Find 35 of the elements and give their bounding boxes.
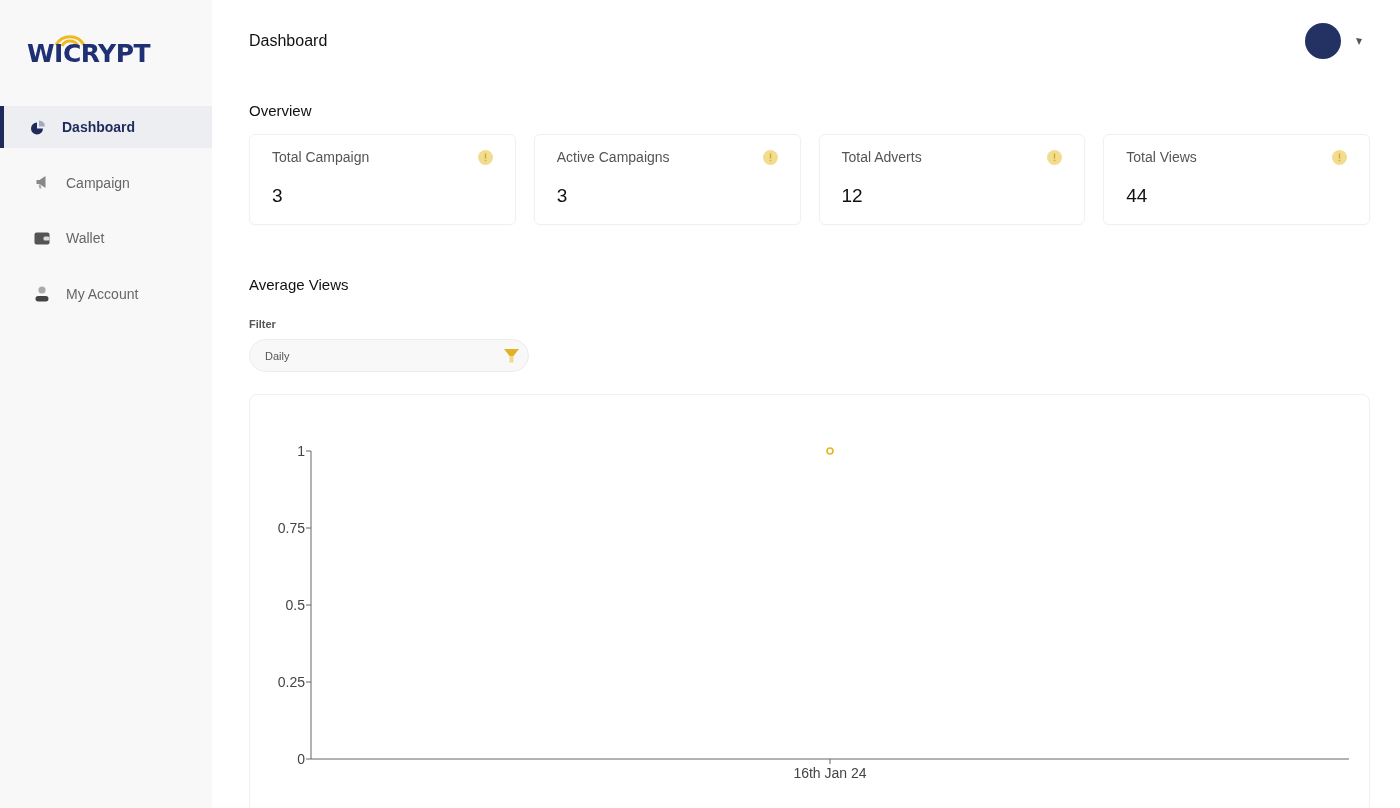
y-tick-label: 0.5 — [285, 597, 305, 613]
card-value: 12 — [841, 185, 864, 207]
info-icon — [477, 149, 493, 165]
pie-chart-icon — [30, 119, 46, 135]
caret-icon[interactable] — [1355, 37, 1364, 45]
data-point — [826, 447, 834, 455]
filter-dropdown[interactable]: Daily — [249, 339, 529, 372]
sidebar-item[interactable]: Dashboard — [0, 106, 212, 148]
x-tick-label: 16th Jan 24 — [793, 765, 867, 781]
page-title: Dashboard — [249, 32, 328, 50]
wallet-icon — [34, 231, 50, 245]
card-value: 3 — [272, 185, 284, 207]
card-value: 3 — [556, 185, 569, 207]
funnel-icon — [504, 348, 519, 363]
y-tick-label: 0.75 — [277, 520, 305, 536]
card-label: Total Campaign — [272, 149, 370, 165]
section-title: Overview — [249, 102, 313, 119]
person-icon — [34, 285, 50, 302]
filter-label: Filter — [249, 318, 277, 330]
info-icon — [1047, 149, 1063, 165]
sidebar-item[interactable]: Wallet — [0, 217, 212, 259]
y-tick-label: 0.25 — [277, 674, 305, 690]
info-icon — [762, 149, 778, 165]
section-title: Average Views — [249, 276, 350, 293]
logo: WICRYPT — [27, 33, 151, 66]
sidebar-item[interactable]: Campaign — [0, 161, 212, 204]
card-label: Active Campaigns — [556, 149, 670, 165]
card-label: Total Adverts — [841, 149, 922, 165]
card-value: 44 — [1126, 185, 1149, 207]
info-icon — [1332, 149, 1347, 165]
y-tick-label: 1 — [297, 443, 305, 459]
sidebar-item[interactable]: My Account — [0, 272, 212, 315]
avatar-picture[interactable] — [1305, 23, 1341, 59]
y-tick-label: 0 — [297, 751, 305, 767]
card-label: Total Views — [1126, 149, 1197, 165]
